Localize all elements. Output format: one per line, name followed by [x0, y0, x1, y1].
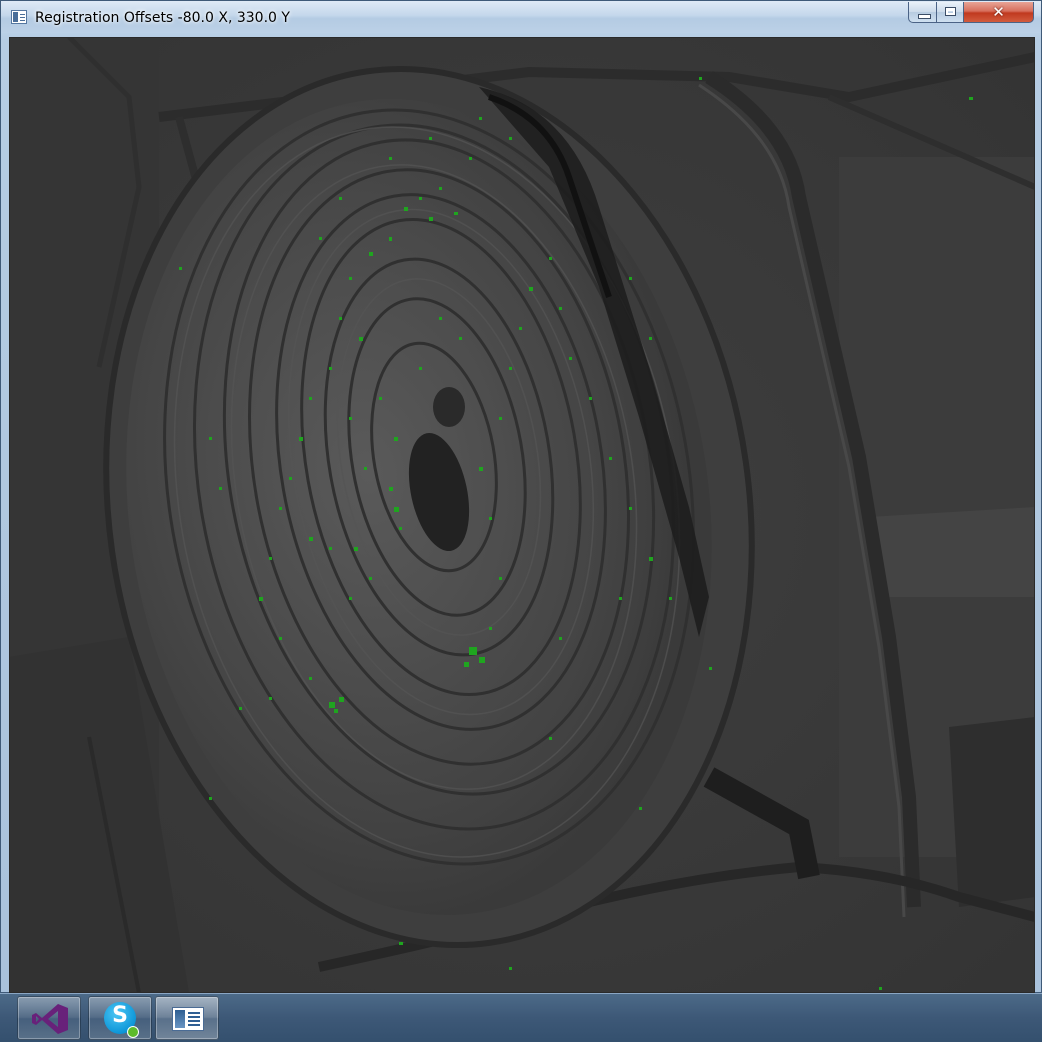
taskbar-item-skype[interactable]: S — [88, 996, 152, 1040]
registration-image-view[interactable] — [9, 37, 1035, 993]
skype-letter: S — [112, 1003, 128, 1028]
maximize-icon — [945, 7, 956, 16]
minimize-icon — [918, 14, 931, 19]
taskbar-item-registration-app[interactable] — [155, 996, 219, 1040]
registration-app-icon — [172, 1007, 204, 1031]
visual-studio-icon — [32, 1004, 68, 1034]
window-title: Registration Offsets -80.0 X, 330.0 Y — [35, 10, 290, 26]
app-window-icon[interactable] — [11, 10, 27, 24]
title-bar[interactable]: Registration Offsets -80.0 X, 330.0 Y ✕ — [1, 1, 1041, 33]
minimize-button[interactable] — [908, 2, 937, 23]
close-button[interactable]: ✕ — [963, 2, 1034, 23]
aerial-mine-pit-image — [9, 37, 1035, 993]
close-icon: ✕ — [992, 3, 1005, 21]
online-status-icon — [127, 1026, 139, 1038]
maximize-button[interactable] — [936, 2, 964, 23]
registration-window: Registration Offsets -80.0 X, 330.0 Y ✕ — [0, 0, 1042, 993]
skype-icon: S — [104, 1002, 139, 1038]
taskbar-item-visual-studio[interactable] — [17, 996, 81, 1040]
taskbar: S — [0, 993, 1042, 1042]
